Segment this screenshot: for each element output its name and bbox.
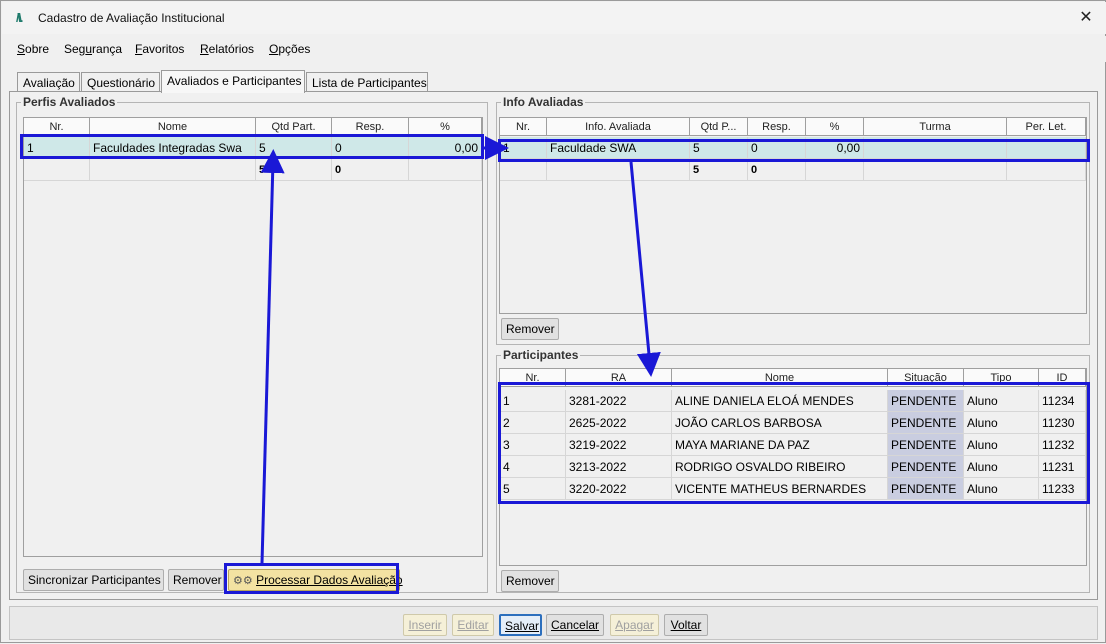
annotation-arrows xyxy=(260,136,661,564)
arrow-up-icon xyxy=(260,149,285,564)
arrow-down-icon xyxy=(629,161,661,377)
app-window: /\\. Cadastro de Avaliação Institucional… xyxy=(0,0,1106,643)
tab-avaliados-participantes[interactable]: Avaliados e Participantes xyxy=(161,70,305,93)
